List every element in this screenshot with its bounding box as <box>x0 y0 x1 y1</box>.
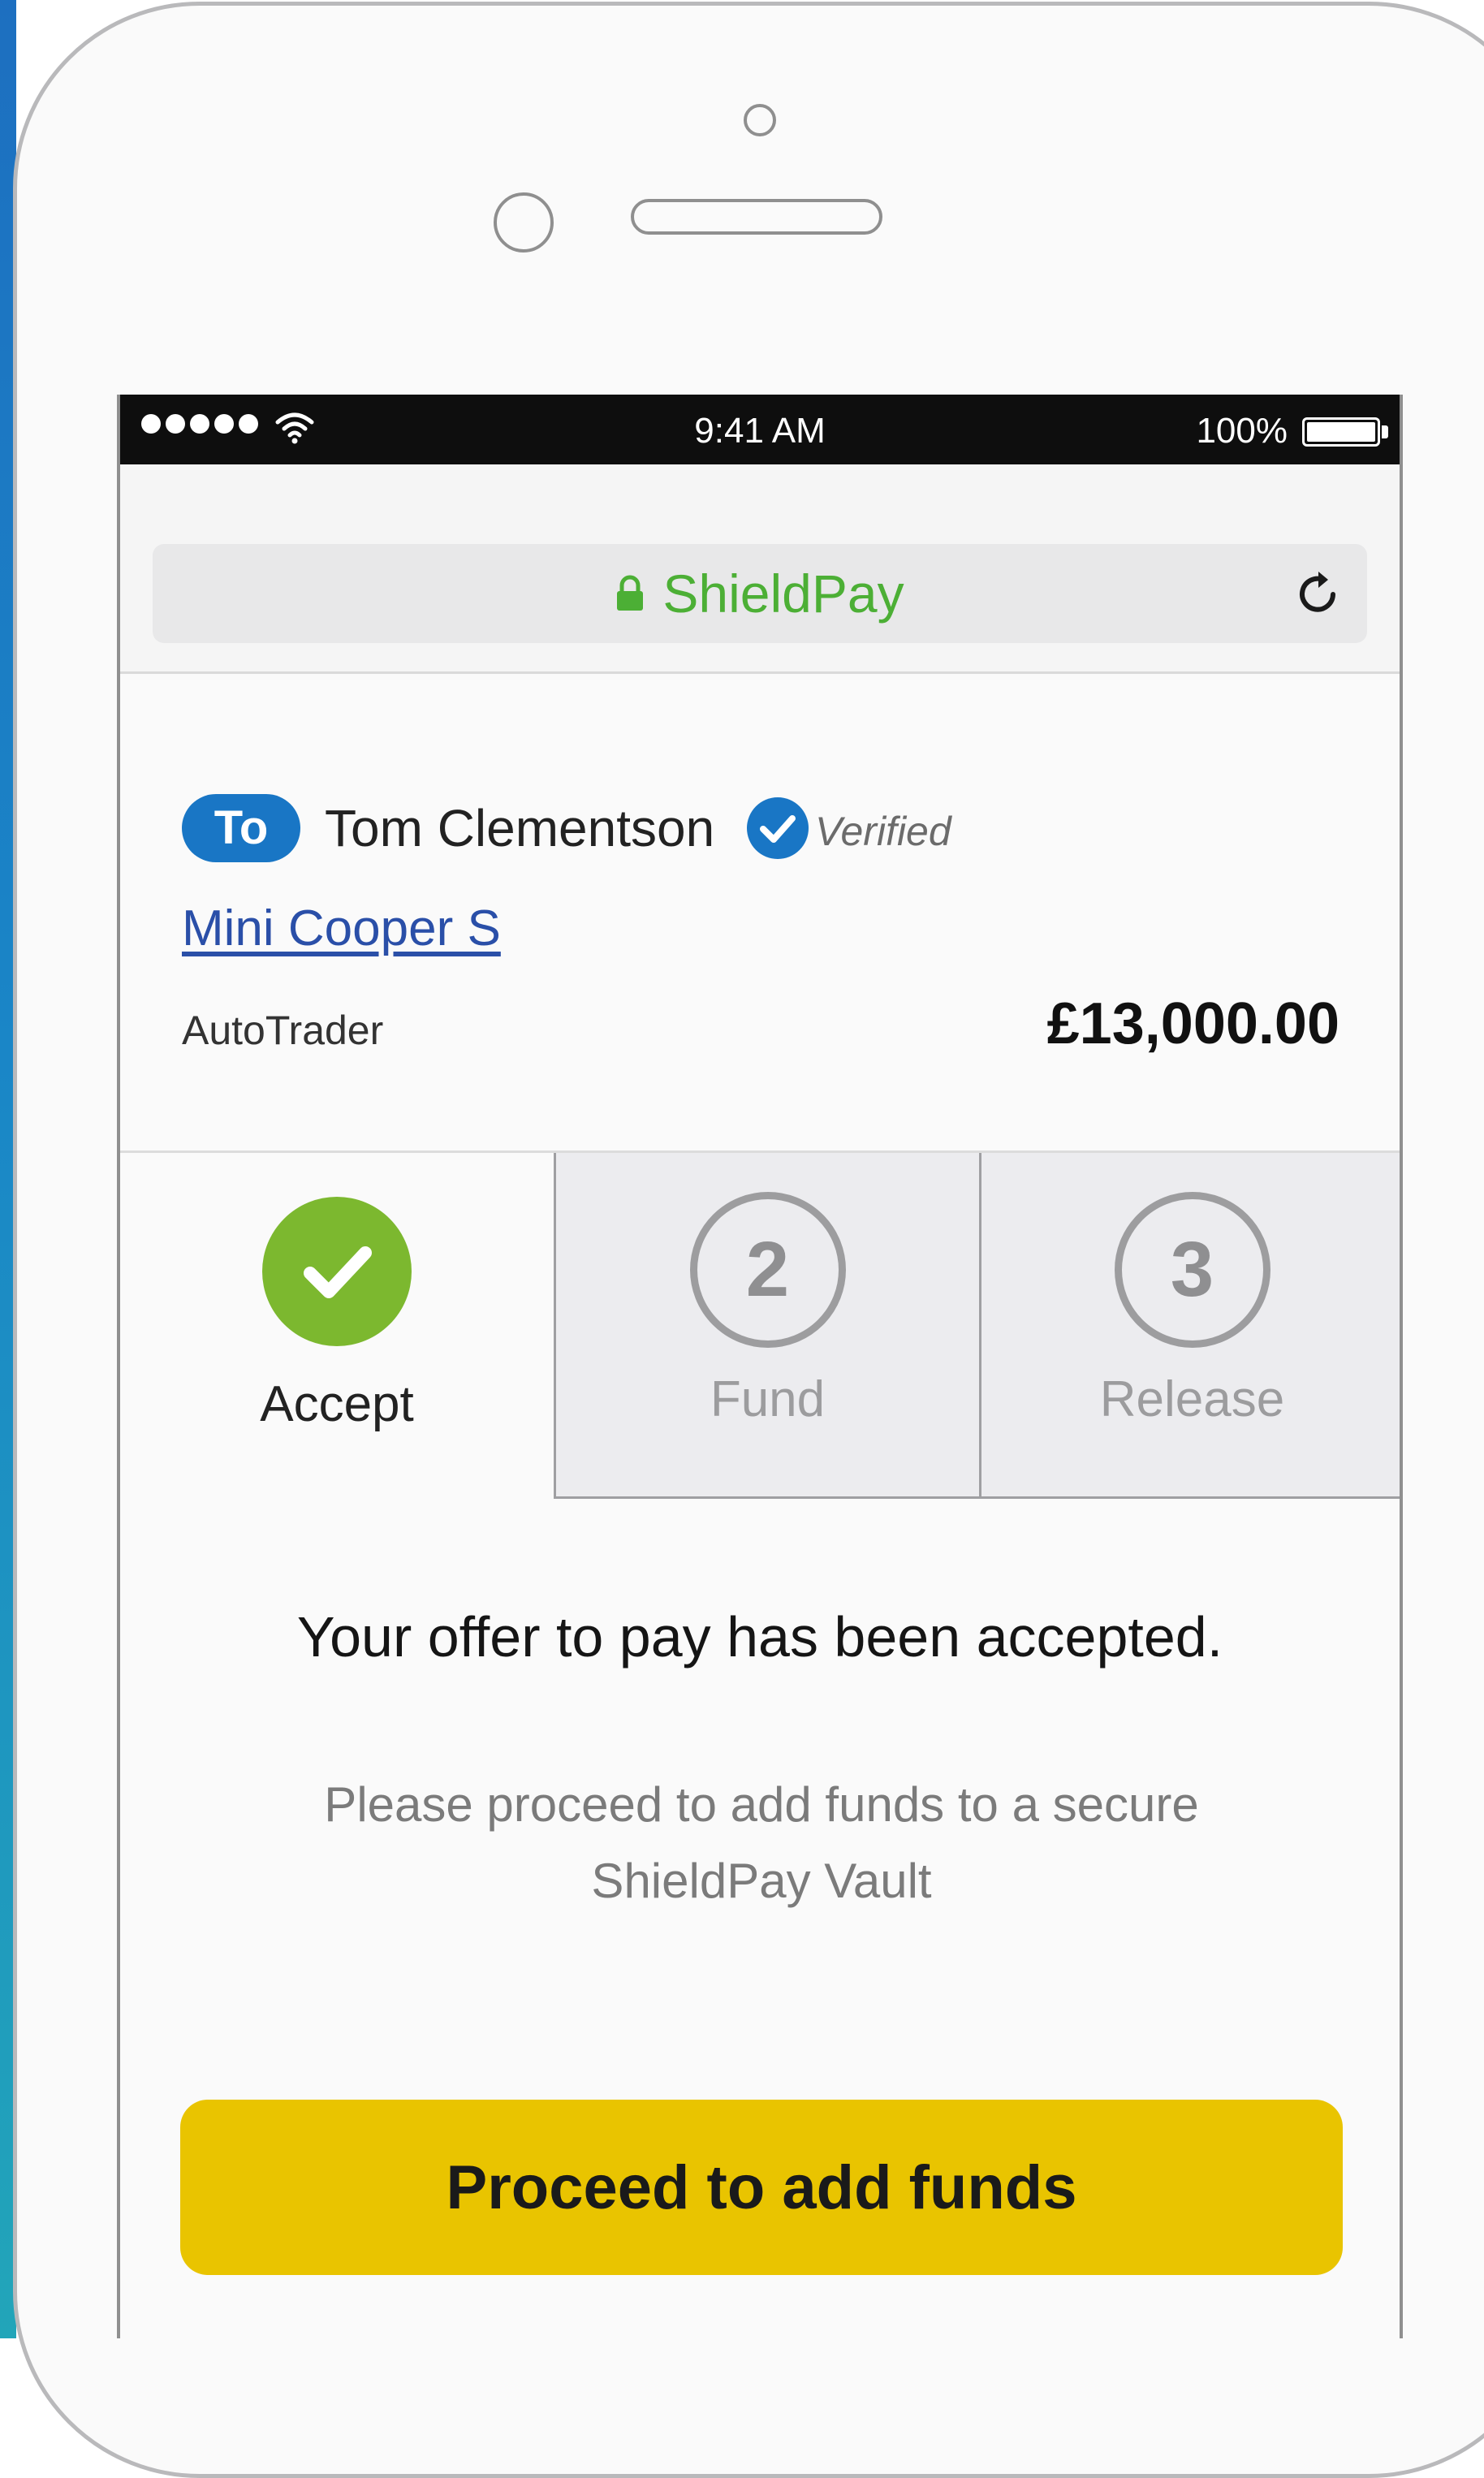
step-number: 2 <box>689 1192 846 1348</box>
step-complete-indicator <box>262 1197 412 1346</box>
status-bar: 9:41 AM 100% <box>120 395 1400 464</box>
address-bar[interactable]: ShieldPay <box>153 544 1367 643</box>
recipient-card: To Tom Clementson Verified Mini Cooper S… <box>120 674 1400 1153</box>
checkmark-icon <box>304 1246 372 1298</box>
lock-icon <box>617 575 644 611</box>
progress-steps: Accept 2 Fund 3 Release <box>120 1153 1400 1499</box>
battery-tip <box>1382 425 1388 438</box>
site-name: ShieldPay <box>662 563 904 624</box>
payment-amount: £13,000.00 <box>1046 991 1339 1056</box>
proceed-add-funds-button[interactable]: Proceed to add funds <box>180 2100 1343 2275</box>
item-link[interactable]: Mini Cooper S <box>182 900 501 957</box>
step-release[interactable]: 3 Release <box>979 1153 1400 1499</box>
verified-label: Verified <box>815 809 951 854</box>
phone-screen: 9:41 AM 100% ShieldPay To Tom Clementson <box>117 395 1403 2338</box>
to-badge: To <box>182 794 300 862</box>
front-camera-icon <box>494 192 554 253</box>
step-label: Release <box>1099 1371 1285 1427</box>
verified-check-icon <box>747 797 809 859</box>
step-fund[interactable]: 2 Fund <box>554 1153 979 1499</box>
step-label: Fund <box>710 1371 826 1427</box>
browser-chrome: ShieldPay <box>120 464 1400 674</box>
reload-icon[interactable] <box>1291 567 1344 620</box>
listing-source: AutoTrader <box>182 1008 384 1053</box>
step-accept[interactable]: Accept <box>120 1153 554 1499</box>
battery-icon <box>1302 417 1380 447</box>
earpiece-speaker-icon <box>631 199 882 235</box>
step-number: 3 <box>1114 1192 1270 1348</box>
status-headline: Your offer to pay has been accepted. <box>296 1605 1223 1669</box>
recipient-name: Tom Clementson <box>325 799 715 857</box>
proximity-sensor-icon <box>744 104 776 136</box>
battery-percentage: 100% <box>1196 411 1288 451</box>
step-label: Accept <box>260 1376 414 1432</box>
status-detail: Please proceed to add funds to a secure … <box>324 1777 1199 1908</box>
